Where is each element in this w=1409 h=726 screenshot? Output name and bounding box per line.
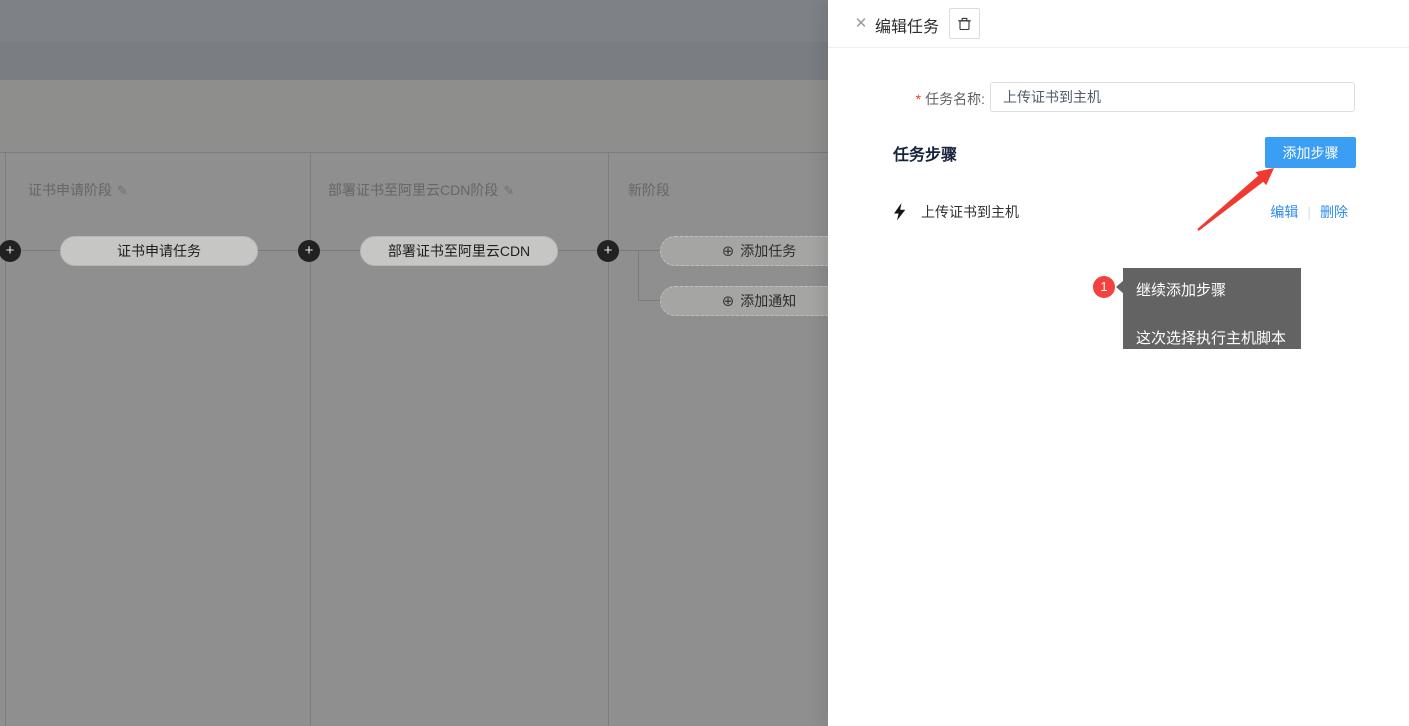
- connector-branch-line: [638, 250, 639, 301]
- stage-divider: [5, 152, 6, 726]
- task-edit-drawer: ✕ 编辑任务 *任务名称: 任务步骤 添加步骤 上传证书到主机 编辑 | 删除: [828, 0, 1409, 726]
- task-name-input[interactable]: [990, 82, 1355, 112]
- stage-edit-icon[interactable]: ✎: [117, 183, 128, 198]
- add-step-button[interactable]: 添加步骤: [1265, 137, 1356, 168]
- close-icon[interactable]: ✕: [852, 14, 870, 34]
- step-info: 上传证书到主机: [893, 202, 1019, 222]
- tooltip-line2: 这次选择执行主机脚本: [1136, 327, 1291, 348]
- connector-line: [638, 300, 660, 301]
- drawer-title: 编辑任务: [875, 13, 939, 37]
- add-stage-button[interactable]: +: [597, 240, 619, 262]
- add-notification-label: 添加通知: [740, 293, 796, 309]
- step-name: 上传证书到主机: [921, 202, 1019, 222]
- tooltip-line1: 继续添加步骤: [1136, 279, 1291, 300]
- plus-icon: +: [305, 242, 314, 259]
- add-notification-node[interactable]: ⊕ 添加通知: [660, 286, 828, 316]
- stage-title-2: 部署证书至阿里云CDN阶段 ✎: [328, 180, 514, 200]
- pipeline-canvas: 证书申请阶段✎ 部署证书至阿里云CDN阶段✎ 新阶段 + + + 证书申请任务 …: [0, 0, 828, 726]
- toolbar-band-masked: [0, 80, 828, 152]
- stage-title-1: 证书申请阶段 ✎: [28, 180, 128, 200]
- annotation-tooltip: 继续添加步骤 这次选择执行主机脚本: [1123, 268, 1301, 349]
- drawer-header: ✕ 编辑任务: [828, 0, 1409, 48]
- required-asterisk: *: [916, 91, 921, 107]
- circle-plus-icon: ⊕: [722, 243, 735, 260]
- stage-title-text: 证书申请阶段: [28, 182, 112, 198]
- stage-edit-icon[interactable]: ✎: [503, 183, 514, 198]
- bolt-icon: [893, 203, 906, 221]
- delete-step-link[interactable]: 删除: [1320, 202, 1348, 222]
- task-node-deploy-cdn[interactable]: 部署证书至阿里云CDN: [360, 236, 558, 266]
- steps-heading: 任务步骤: [893, 141, 957, 165]
- add-task-label: 添加任务: [740, 243, 796, 259]
- circle-plus-icon: ⊕: [722, 293, 735, 310]
- add-stage-button[interactable]: +: [0, 240, 21, 262]
- stage-title-text: 部署证书至阿里云CDN阶段: [328, 182, 498, 198]
- trash-icon: [957, 16, 972, 32]
- annotation-badge: 1: [1093, 276, 1115, 298]
- page-subheader-masked: [0, 42, 828, 80]
- task-node-cert-apply[interactable]: 证书申请任务: [60, 236, 258, 266]
- link-divider: |: [1307, 204, 1311, 220]
- stage-divider: [310, 152, 311, 726]
- edit-step-link[interactable]: 编辑: [1270, 202, 1298, 222]
- task-name-label-text: 任务名称:: [925, 91, 985, 107]
- plus-icon: +: [6, 242, 15, 259]
- step-row: 上传证书到主机 编辑 | 删除: [893, 200, 1348, 224]
- tooltip-arrow: [1116, 280, 1124, 294]
- stage-divider: [608, 152, 609, 726]
- add-stage-button[interactable]: +: [298, 240, 320, 262]
- add-task-node[interactable]: ⊕ 添加任务: [660, 236, 828, 266]
- page-header-masked: [0, 0, 828, 42]
- step-actions: 编辑 | 删除: [1270, 202, 1348, 222]
- delete-task-button[interactable]: [949, 8, 980, 39]
- plus-icon: +: [604, 242, 613, 259]
- stage-title-3: 新阶段: [628, 180, 670, 200]
- task-name-label: *任务名称:: [828, 89, 985, 109]
- stage-title-text: 新阶段: [628, 182, 670, 198]
